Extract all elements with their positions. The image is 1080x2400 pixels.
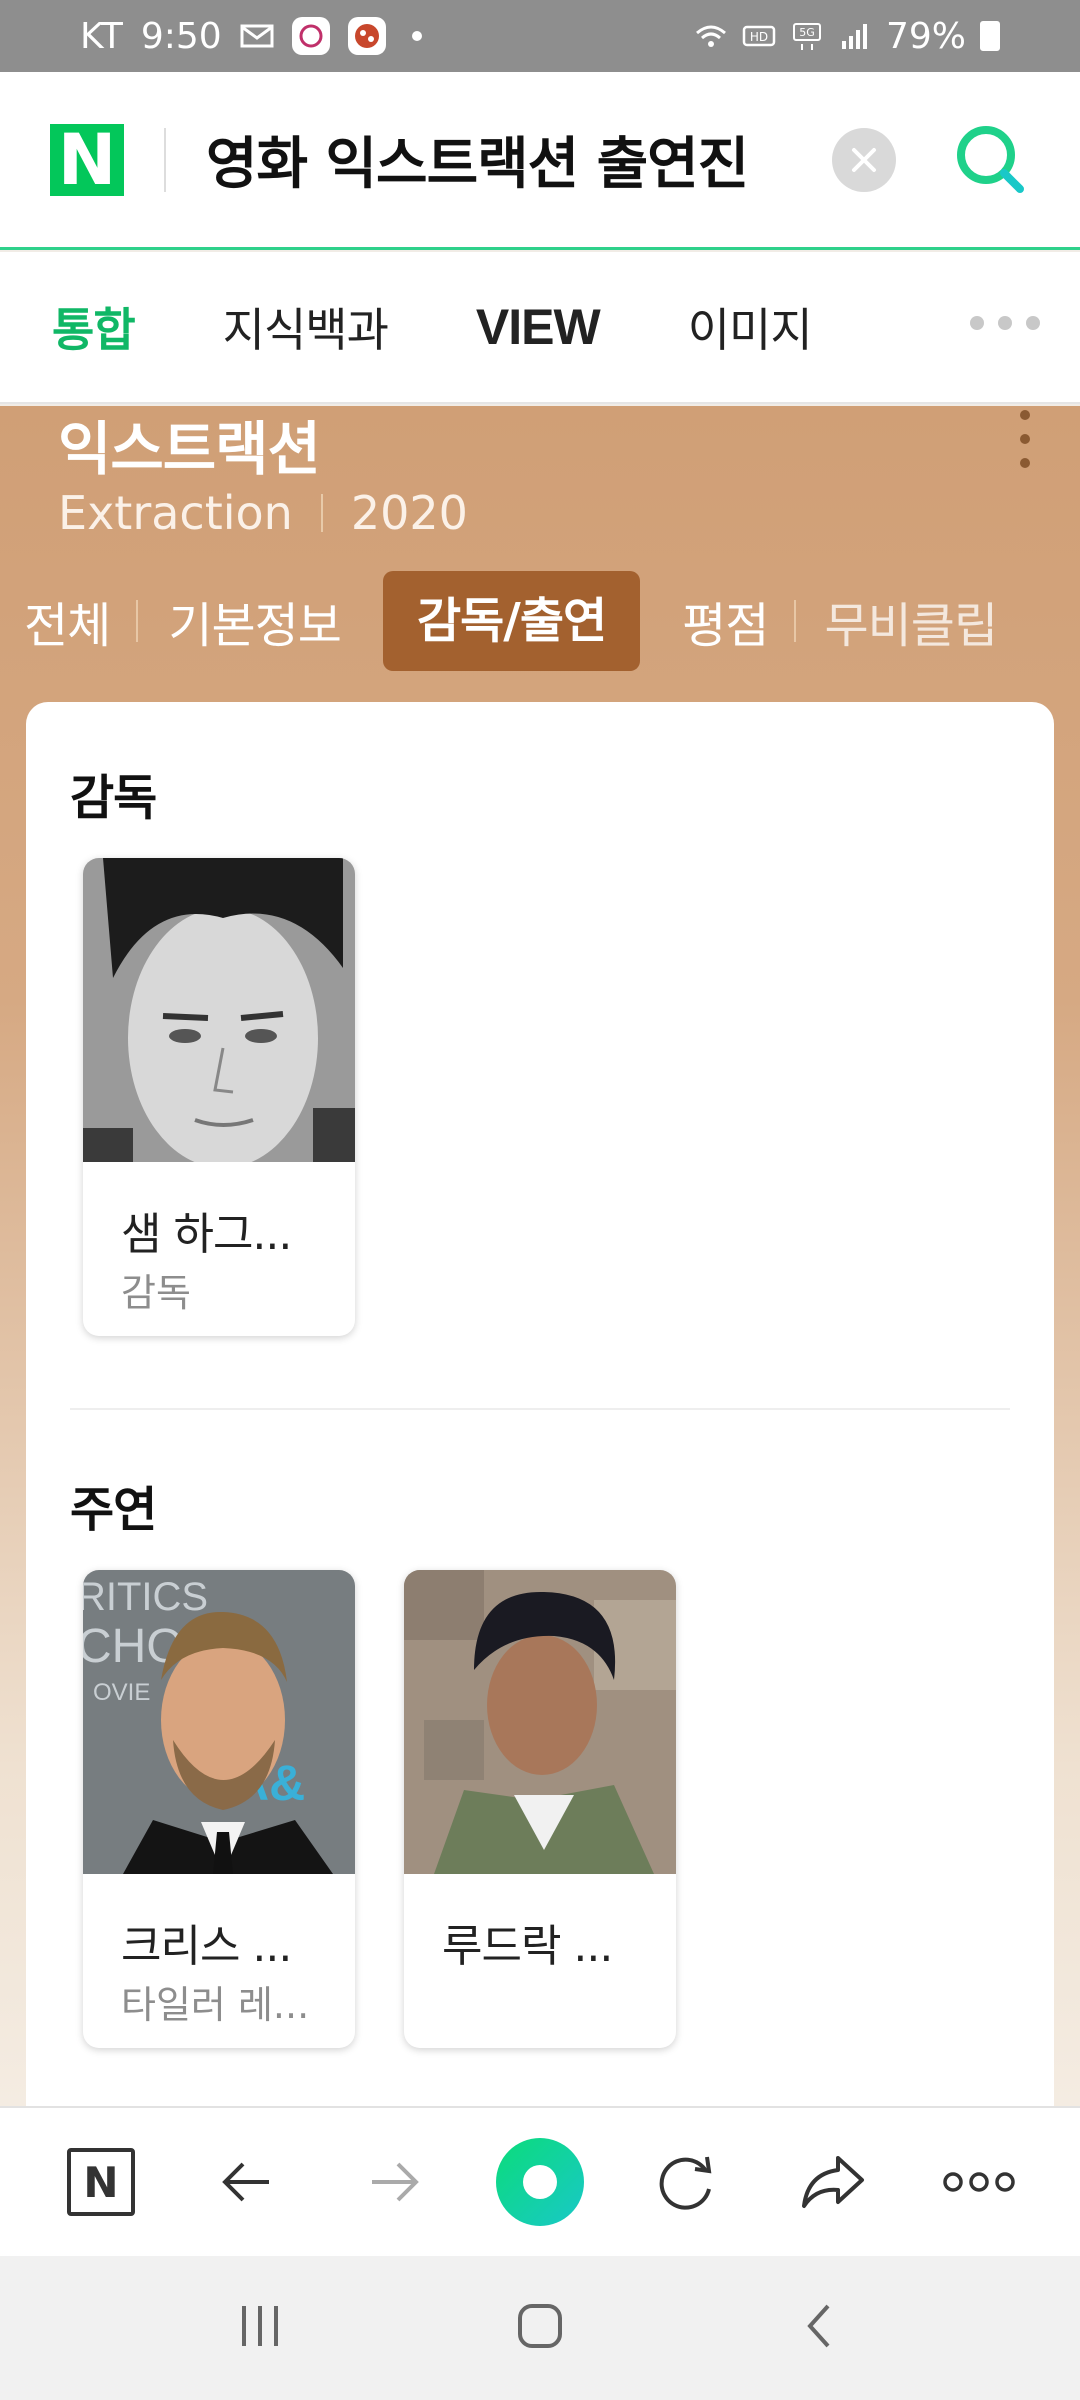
- naver-home-icon: N: [67, 2148, 135, 2216]
- lead-section-title: 주연: [70, 1482, 157, 1538]
- subtitle-divider: [320, 494, 323, 532]
- home-icon: [518, 2304, 562, 2348]
- director-section-title: 감독: [70, 770, 157, 826]
- more-button[interactable]: [934, 2137, 1024, 2227]
- subtab-ratings[interactable]: 평점: [654, 586, 797, 656]
- system-home-button[interactable]: [510, 2296, 570, 2360]
- refresh-icon: [659, 2156, 712, 2210]
- original-title: Extraction: [58, 486, 293, 540]
- clock: 9:50: [140, 15, 222, 57]
- back-button[interactable]: [202, 2137, 292, 2227]
- search-tabs: 통합 지식백과 VIEW 이미지: [0, 252, 1080, 404]
- hd-icon: HD: [742, 25, 776, 47]
- tab-integrated[interactable]: 통합: [52, 294, 136, 360]
- svg-text:HD: HD: [750, 30, 768, 44]
- search-icon: [957, 125, 1024, 193]
- more-notifications-icon: [411, 31, 422, 41]
- clear-search-button[interactable]: [832, 127, 896, 192]
- battery-icon: [980, 21, 1000, 51]
- subtab-cast[interactable]: 감독/출연: [382, 571, 641, 671]
- wifi-icon: [696, 25, 726, 47]
- arrow-right-icon: [371, 2162, 419, 2202]
- signal-icon: [841, 24, 867, 49]
- game-notification-icon: [347, 17, 386, 55]
- cast-photo: [404, 1570, 676, 1874]
- more-tabs-icon[interactable]: [970, 316, 1040, 330]
- green-dot-icon: [495, 2138, 584, 2226]
- battery-percent: 79%: [885, 15, 966, 57]
- search-button[interactable]: [952, 121, 1030, 199]
- 5g-icon: 5G: [792, 23, 821, 50]
- browser-toolbar: N: [0, 2106, 1080, 2256]
- recent-apps-button[interactable]: [230, 2296, 290, 2360]
- subtab-movie-clips[interactable]: 무비클립: [796, 586, 1025, 656]
- director-photo: [83, 858, 355, 1162]
- naver-logo[interactable]: N: [50, 119, 124, 201]
- system-nav-bar: [0, 2256, 1080, 2400]
- movie-subtabs: 전체 기본정보 감독/출연 평점 무비클립: [0, 571, 1025, 671]
- share-button[interactable]: [788, 2137, 878, 2227]
- svg-text:OVIE: OVIE: [93, 1679, 150, 1706]
- person-role: 타일러 레...: [121, 1983, 310, 2027]
- close-icon: [852, 147, 876, 172]
- arrow-left-icon: [222, 2162, 270, 2202]
- person-name: 샘 하그...: [121, 1209, 292, 1260]
- home-button[interactable]: N: [56, 2137, 146, 2227]
- green-dot-button[interactable]: [495, 2137, 585, 2227]
- status-bar: KT 9:50 HD 5G 79%: [0, 0, 1080, 72]
- section-divider: [70, 1408, 1010, 1410]
- search-input[interactable]: 영화 익스트랙션 출연진: [206, 119, 832, 200]
- movie-title: 익스트랙션: [58, 415, 321, 483]
- person-role: 감독: [121, 1271, 191, 1315]
- tab-view[interactable]: VIEW: [476, 298, 601, 356]
- cast-photo: RITICS CHO OVIE A&: [83, 1570, 355, 1874]
- svg-text:5G: 5G: [799, 26, 815, 39]
- mail-icon: [240, 24, 274, 48]
- director-card[interactable]: 샘 하그... 감독: [83, 858, 355, 1336]
- system-back-button[interactable]: [790, 2296, 850, 2360]
- svg-text:RITICS: RITICS: [83, 1575, 208, 1619]
- recent-apps-icon: [242, 2306, 278, 2346]
- refresh-button[interactable]: [641, 2137, 731, 2227]
- cast-card[interactable]: RITICS CHO OVIE A& 크리스 ... 타일러 레...: [83, 1570, 355, 2048]
- carrier: KT: [80, 15, 123, 57]
- movie-subtitle: Extraction 2020: [58, 486, 468, 540]
- more-icon: [943, 2172, 1015, 2192]
- subtab-all[interactable]: 전체: [0, 586, 139, 656]
- header-divider: [164, 127, 166, 192]
- person-name: 루드락 ...: [442, 1921, 613, 1972]
- movie-panel: 익스트랙션 Extraction 2020 전체 기본정보 감독/출연 평점 무…: [0, 406, 1080, 2106]
- search-header: N 영화 익스트랙션 출연진: [0, 72, 1080, 250]
- tab-images[interactable]: 이미지: [688, 294, 813, 360]
- person-name: 크리스 ...: [121, 1921, 292, 1972]
- release-year: 2020: [350, 486, 468, 540]
- cast-card[interactable]: 루드락 ...: [404, 1570, 676, 2048]
- credits-card: 감독 샘 하그... 감독 주연 RITICS CHO OVIE A& 크리스 …: [26, 702, 1054, 2106]
- share-icon: [801, 2156, 864, 2208]
- chevron-left-icon: [807, 2304, 830, 2348]
- forward-button[interactable]: [349, 2137, 439, 2227]
- tab-encyclopedia[interactable]: 지식백과: [223, 294, 389, 360]
- kebab-menu-icon[interactable]: [1020, 410, 1030, 468]
- app-notification-icon: [291, 17, 330, 55]
- subtab-basic-info[interactable]: 기본정보: [138, 586, 369, 656]
